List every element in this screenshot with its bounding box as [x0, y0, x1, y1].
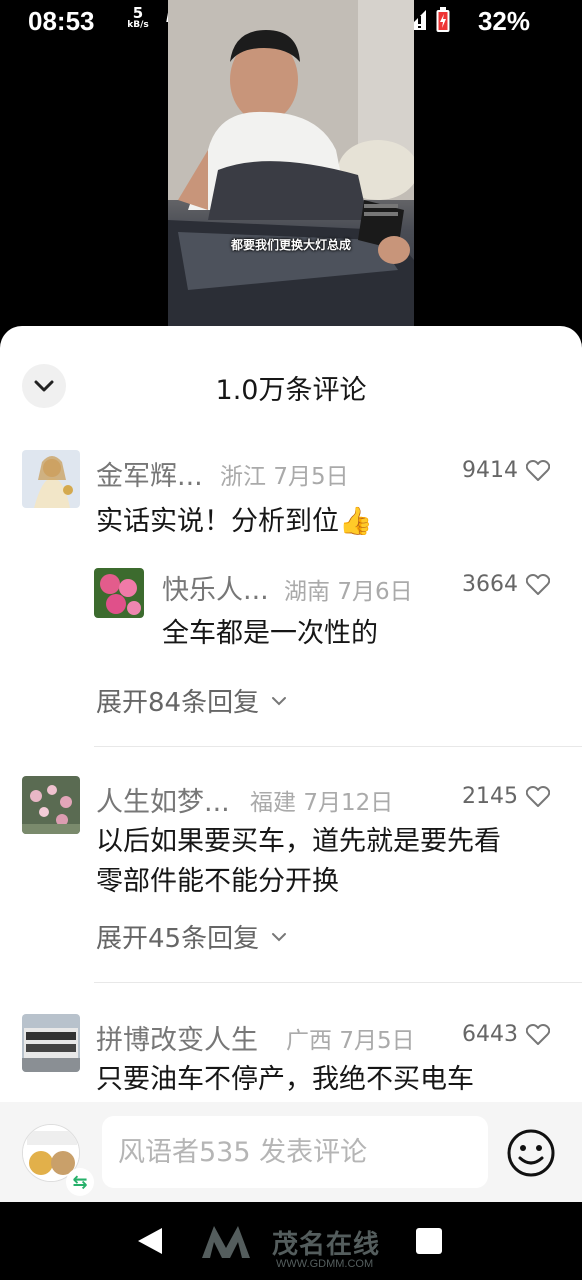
commenter-name[interactable]: 人生如梦...	[96, 780, 230, 819]
commenter-name[interactable]: 金军辉...	[96, 454, 203, 493]
reply-avatar[interactable]	[94, 568, 144, 618]
expand-replies-button[interactable]: 展开84条回复	[96, 682, 287, 719]
battery-percent: 32%	[477, 6, 530, 36]
recents-button[interactable]	[416, 1228, 442, 1254]
comment-text: 以后如果要买车，道先就是要先看 零部件能不能分开换	[96, 826, 501, 897]
watermark-logo-icon	[202, 1226, 250, 1258]
emoji-icon[interactable]	[506, 1128, 556, 1178]
back-icon[interactable]	[136, 1226, 164, 1256]
video-caption: 都要我们更换大灯总成	[230, 238, 351, 252]
commenter-name[interactable]: 拼博改变人生	[96, 1018, 258, 1057]
clock: 08:53	[28, 6, 95, 36]
divider	[94, 982, 582, 983]
comment-meta: 广西 7月5日	[286, 1028, 415, 1054]
comment-text: 只要油车不停产，我绝不买电车	[96, 1064, 474, 1095]
like-count: 2145	[462, 784, 518, 809]
comment-input[interactable]	[102, 1116, 488, 1188]
like-count: 9414	[462, 458, 518, 483]
heart-icon	[526, 785, 550, 807]
reply-like-button[interactable]: 3664	[462, 572, 550, 597]
video-frame	[168, 0, 414, 328]
chevron-down-icon	[272, 932, 287, 941]
comment-input-bar: ⇆	[0, 1102, 582, 1202]
chevron-down-icon	[272, 696, 287, 705]
avatar[interactable]	[22, 450, 80, 508]
like-button[interactable]: 9414	[462, 458, 550, 483]
video-player[interactable]: 都要我们更换大灯总成	[168, 0, 414, 328]
comment-text: 实话实说！分析到位👍	[96, 506, 373, 537]
heart-icon	[526, 1023, 550, 1045]
like-button[interactable]: 2145	[462, 784, 550, 809]
comment-meta: 福建 7月12日	[250, 790, 394, 816]
like-count: 3664	[462, 572, 518, 597]
comment-meta: 浙江 7月5日	[220, 464, 349, 490]
divider	[94, 746, 582, 747]
like-count: 6443	[462, 1022, 518, 1047]
avatar[interactable]	[22, 1014, 80, 1072]
reply-commenter-name[interactable]: 快乐人...	[162, 568, 269, 607]
comments-count-title: 1.0万条评论	[215, 375, 367, 406]
like-button[interactable]: 6443	[462, 1022, 550, 1047]
reply-text: 全车都是一次性的	[162, 618, 378, 649]
avatar[interactable]	[22, 776, 80, 834]
reply-meta: 湖南 7月6日	[284, 579, 413, 605]
heart-icon	[526, 573, 550, 595]
expand-replies-button[interactable]: 展开45条回复	[96, 918, 287, 955]
swap-icon[interactable]: ⇆	[66, 1168, 94, 1196]
heart-icon	[526, 459, 550, 481]
battery-icon	[436, 7, 450, 32]
network-speed: 5 kB/s	[127, 4, 149, 30]
comments-sheet: 1.0万条评论 金军辉... 浙江 7月5日 9414 实话实说！分析到位👍 快…	[0, 326, 582, 1202]
